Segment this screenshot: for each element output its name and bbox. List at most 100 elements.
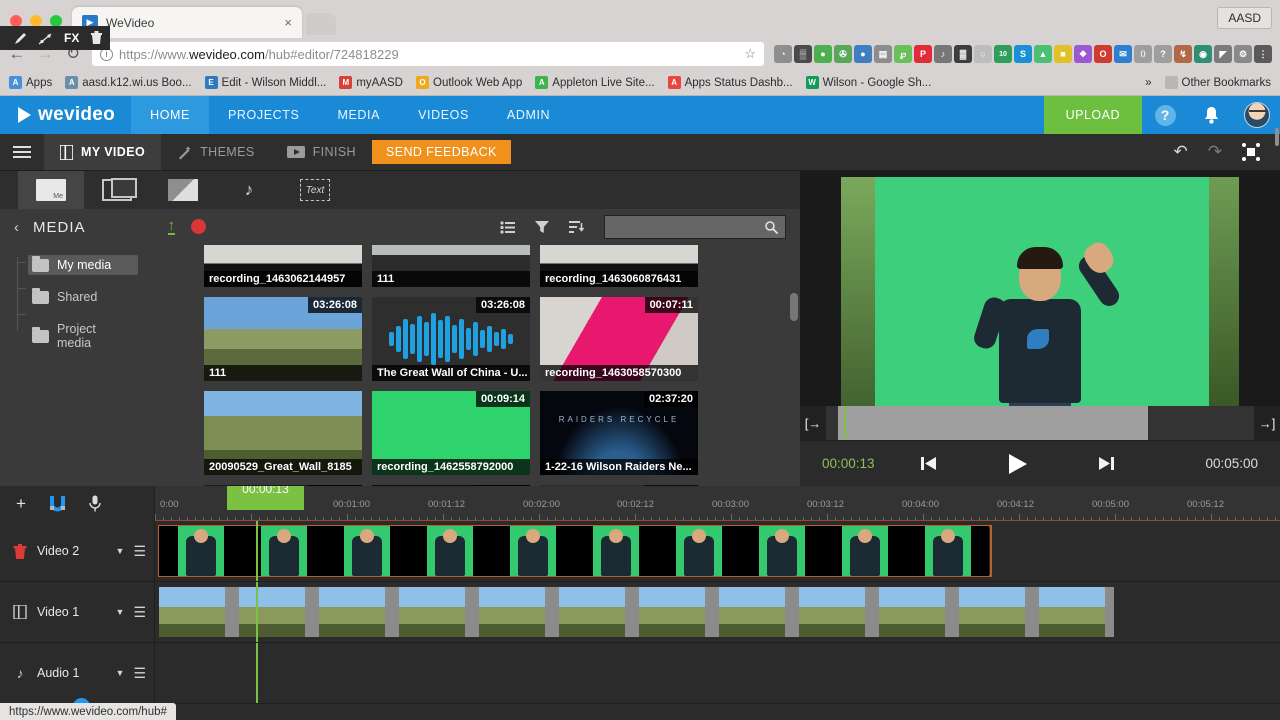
film-ext[interactable]: ▓: [954, 45, 972, 63]
puzzle-ext[interactable]: ❖: [1074, 45, 1092, 63]
bookmark-item[interactable]: MmyAASD: [339, 76, 403, 89]
tab-my-video[interactable]: MY VIDEO: [44, 134, 162, 170]
mail-ext[interactable]: ✉: [1114, 45, 1132, 63]
text-tab[interactable]: Text: [282, 171, 348, 209]
camera-ext[interactable]: ◉: [1194, 45, 1212, 63]
media-item[interactable]: 03:26:08 111: [204, 297, 362, 381]
close-icon[interactable]: ×: [284, 15, 292, 30]
chevron-down-icon[interactable]: ▼: [116, 607, 125, 617]
filter-icon[interactable]: [535, 220, 549, 234]
bookmarks-overflow-icon[interactable]: »: [1145, 77, 1151, 89]
evernote-ext[interactable]: ℘: [894, 45, 912, 63]
nav-item-media[interactable]: MEDIA: [318, 96, 399, 134]
window-user-badge[interactable]: AASD: [1217, 7, 1272, 29]
notifications-button[interactable]: [1188, 96, 1234, 134]
chevron-down-icon[interactable]: ▼: [116, 546, 125, 556]
add-track-icon[interactable]: +: [16, 494, 26, 514]
undo-icon[interactable]: ↶: [1174, 142, 1188, 162]
pocket-ext[interactable]: ◔: [774, 45, 792, 63]
media-item[interactable]: 00:07:11 recording_1463058570300: [540, 297, 698, 381]
notes-ext[interactable]: ✇: [834, 45, 852, 63]
office-ext[interactable]: 10: [994, 45, 1012, 63]
skype-ext[interactable]: S: [1014, 45, 1032, 63]
runner-ext[interactable]: ↯: [1174, 45, 1192, 63]
media-item[interactable]: RAIDERS RECYCLE 02:37:20 1-22-16 Wilson Ra…: [540, 391, 698, 475]
timeline-clip[interactable]: [159, 587, 1114, 637]
help-button[interactable]: ?: [1142, 96, 1188, 134]
bookmark-item[interactable]: W Wilson - Google Sh...: [805, 76, 931, 89]
upload-media-icon[interactable]: ↑: [167, 218, 176, 235]
track-lane[interactable]: [155, 643, 1280, 703]
trim-out-handle[interactable]: →]: [1254, 406, 1280, 440]
media-item[interactable]: recording_1463060876431: [540, 245, 698, 287]
search-input[interactable]: [612, 220, 765, 234]
cast-ext[interactable]: ◤: [1214, 45, 1232, 63]
pen-tool-icon[interactable]: [14, 32, 27, 45]
track-header[interactable]: Video 1 ▼ ☰: [0, 582, 155, 642]
fx-button[interactable]: FX: [64, 31, 79, 45]
location-ext[interactable]: ●: [814, 45, 832, 63]
track-header[interactable]: ♪ Audio 1 ▼ ☰: [0, 643, 155, 703]
media-item[interactable]: 20090529_Great_Wall_8185: [204, 391, 362, 475]
bookmark-item[interactable]: Aaasd.k12.wi.us Boo...: [65, 76, 192, 89]
help-ext[interactable]: ?: [1154, 45, 1172, 63]
media-item[interactable]: 00:09:14 recording_1462558792000: [372, 391, 530, 475]
media-tab[interactable]: Me: [18, 171, 84, 209]
trim-playhead[interactable]: [844, 406, 846, 440]
playhead-handle[interactable]: ⚑ ✂ 00:00:13: [227, 486, 304, 510]
keyframe-curve-icon[interactable]: [38, 32, 53, 45]
chevron-down-icon[interactable]: ▼: [116, 668, 125, 678]
media-item[interactable]: 111: [372, 245, 530, 287]
bookmark-item[interactable]: E Edit - Wilson Middl...: [204, 76, 326, 89]
wevideo-logo[interactable]: wevideo: [0, 96, 131, 134]
other-bookmarks-item[interactable]: Other Bookmarks: [1164, 76, 1271, 89]
nav-item-projects[interactable]: PROJECTS: [209, 96, 318, 134]
media-grid-scrollbar[interactable]: [790, 293, 798, 321]
bookmark-item[interactable]: A Apps Status Dashb...: [667, 76, 793, 89]
folder-project-media[interactable]: Project media: [28, 319, 138, 353]
microphone-icon[interactable]: [89, 495, 101, 512]
send-feedback-button[interactable]: SEND FEEDBACK: [371, 140, 511, 164]
media-item[interactable]: 03:26:08 The Great Wall of China - U...: [372, 297, 530, 381]
magnet-snap-icon[interactable]: [48, 495, 67, 512]
globe-ext[interactable]: ●: [854, 45, 872, 63]
qr-code-ext[interactable]: ▒: [794, 45, 812, 63]
search-icon[interactable]: [765, 220, 778, 234]
preview-stage[interactable]: [→ →]: [800, 171, 1280, 440]
graphics-tab[interactable]: [150, 171, 216, 209]
nav-item-home[interactable]: HOME: [131, 96, 209, 134]
list-view-icon[interactable]: [500, 220, 515, 234]
google-drive-ext[interactable]: ▲: [1034, 45, 1052, 63]
timeline-clip[interactable]: [158, 525, 992, 577]
record-icon[interactable]: [191, 219, 207, 234]
transitions-tab[interactable]: [84, 171, 150, 209]
track-menu-icon[interactable]: ☰: [133, 544, 146, 558]
book-ext[interactable]: ▤: [874, 45, 892, 63]
settings-ext[interactable]: ⚙: [1234, 45, 1252, 63]
track-menu-icon[interactable]: ☰: [133, 666, 146, 680]
folder-my-media[interactable]: My media: [28, 255, 138, 275]
opera-ext[interactable]: O: [1094, 45, 1112, 63]
upload-button[interactable]: UPLOAD: [1043, 96, 1142, 134]
cloud-ext[interactable]: ○: [974, 45, 992, 63]
nav-item-admin[interactable]: ADMIN: [488, 96, 569, 134]
fullscreen-icon[interactable]: [1242, 143, 1260, 161]
sort-icon[interactable]: [569, 220, 584, 234]
hamburger-menu-icon[interactable]: [0, 134, 44, 170]
track-menu-icon[interactable]: ☰: [133, 605, 146, 619]
bookmark-item[interactable]: O Outlook Web App: [416, 76, 522, 89]
track-header[interactable]: Video 2 ▼ ☰: [0, 521, 155, 581]
previous-button[interactable]: [919, 454, 938, 473]
next-button[interactable]: [1097, 454, 1116, 473]
tab-finish[interactable]: FINISH: [271, 134, 372, 170]
trash-icon[interactable]: [12, 543, 28, 559]
tab-themes[interactable]: THEMES: [161, 134, 271, 170]
media-search-box[interactable]: [604, 215, 786, 239]
address-bar[interactable]: i https://www.wevideo.com/hub#editor/724…: [92, 42, 764, 66]
pinterest-ext[interactable]: P: [914, 45, 932, 63]
redo-icon[interactable]: ↷: [1208, 142, 1222, 162]
bookmark-item[interactable]: A Appleton Live Site...: [535, 76, 655, 89]
folder-shared[interactable]: Shared: [28, 287, 138, 307]
playhead-line[interactable]: [256, 643, 258, 703]
back-chevron-icon[interactable]: ‹: [14, 219, 19, 236]
